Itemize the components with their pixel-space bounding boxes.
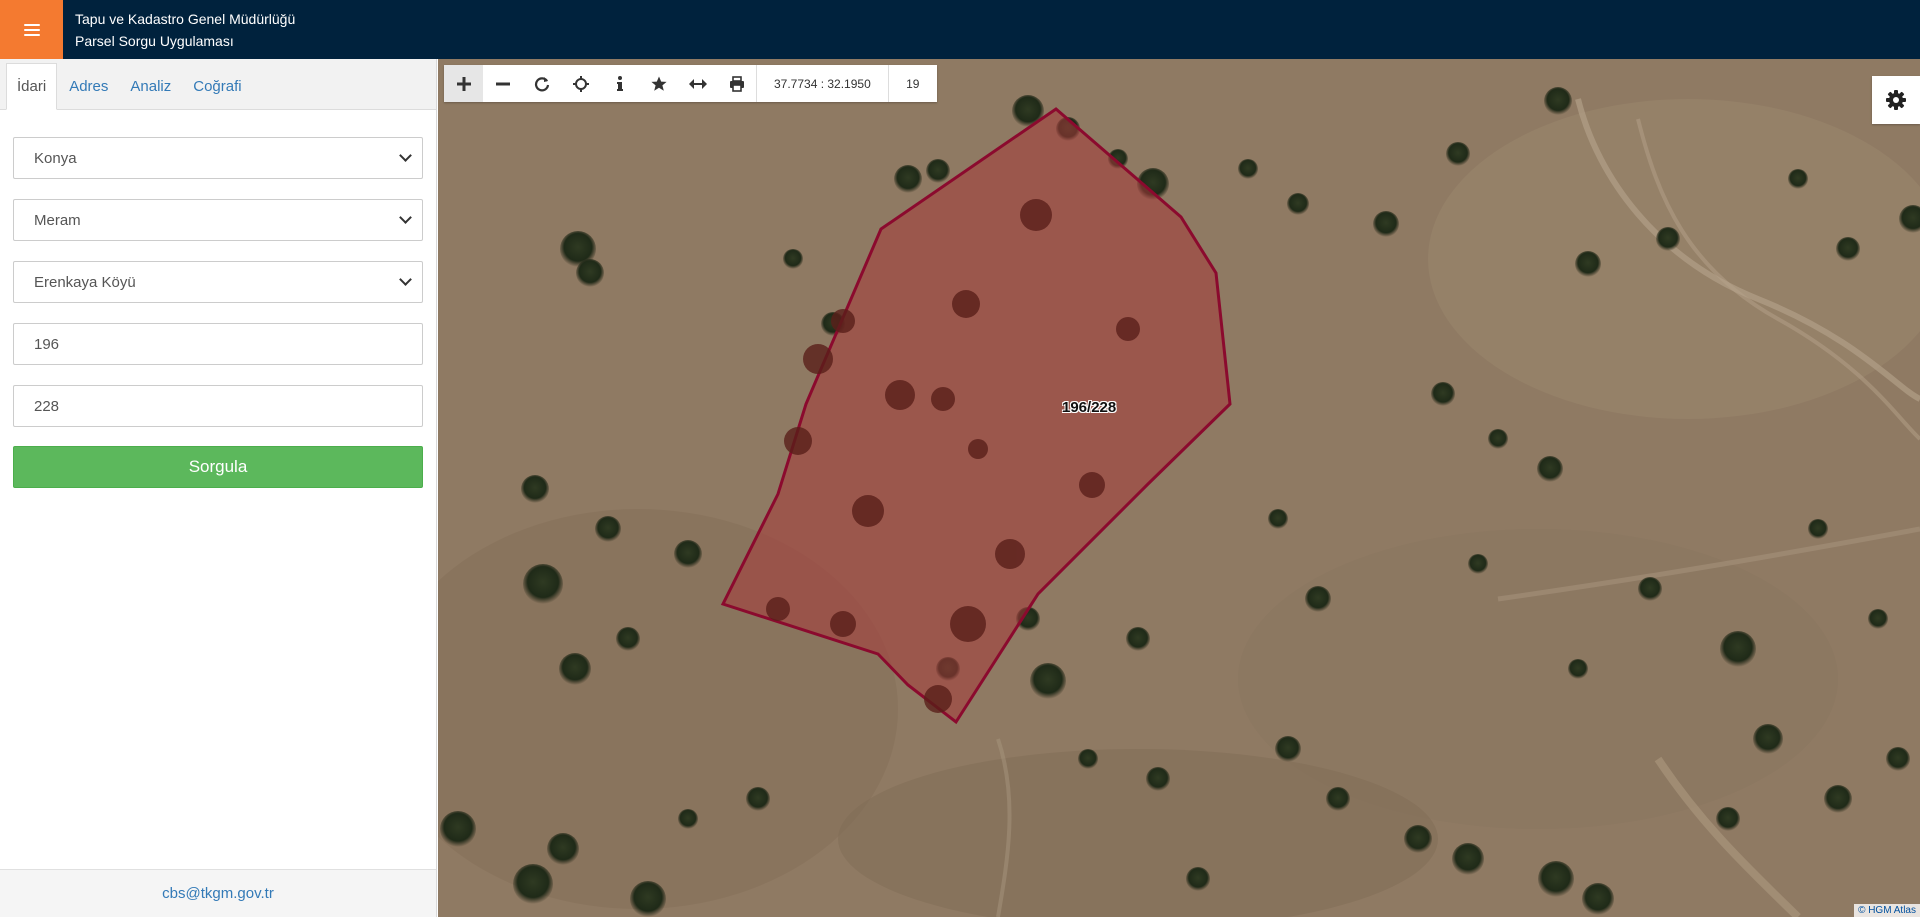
map-toolbar: 37.7734 : 32.1950 19 — [444, 65, 937, 102]
parcel-number-value: 228 — [34, 397, 60, 415]
tab-adres[interactable]: Adres — [59, 63, 118, 109]
info-icon — [616, 75, 623, 91]
zoom-in-button[interactable] — [444, 65, 483, 102]
block-number-input[interactable]: 196 — [13, 323, 423, 365]
zoom-out-button[interactable] — [483, 65, 522, 102]
gear-icon — [1886, 90, 1906, 110]
neighborhood-value: Erenkaya Köyü — [34, 273, 136, 291]
parcel-label: 196/228 — [1062, 399, 1117, 416]
sidebar: İdari Adres Analiz Coğrafi Konya Meram E… — [0, 59, 437, 917]
app-header: Tapu ve Kadastro Genel Müdürlüğü Parsel … — [0, 0, 1920, 59]
tab-cografi[interactable]: Coğrafi — [183, 63, 251, 109]
parcel-number-input[interactable]: 228 — [13, 385, 423, 427]
tab-bar: İdari Adres Analiz Coğrafi — [0, 59, 436, 110]
refresh-button[interactable] — [522, 65, 561, 102]
province-select[interactable]: Konya — [13, 137, 423, 179]
menu-button[interactable] — [0, 0, 63, 59]
chevron-down-icon — [399, 149, 412, 162]
satellite-imagery — [438, 59, 1920, 917]
locate-icon — [572, 75, 589, 92]
query-button[interactable]: Sorgula — [13, 446, 423, 488]
district-value: Meram — [34, 211, 81, 229]
refresh-icon — [534, 76, 549, 91]
block-number-value: 196 — [34, 335, 60, 353]
measure-icon — [688, 78, 707, 89]
map-attribution[interactable]: © HGM Atlas — [1854, 904, 1920, 917]
app-title: Tapu ve Kadastro Genel Müdürlüğü Parsel … — [75, 8, 295, 52]
app-title-line1: Tapu ve Kadastro Genel Müdürlüğü — [75, 10, 296, 27]
contact-email-link[interactable]: cbs@tkgm.gov.tr — [0, 869, 436, 917]
zoom-out-icon — [495, 82, 510, 85]
measure-button[interactable] — [678, 65, 717, 102]
tab-analiz[interactable]: Analiz — [120, 63, 181, 109]
province-value: Konya — [34, 149, 77, 167]
locate-button[interactable] — [561, 65, 600, 102]
favorite-button[interactable] — [639, 65, 678, 102]
info-button[interactable] — [600, 65, 639, 102]
zoom-in-icon — [456, 76, 471, 91]
hamburger-menu-icon — [23, 23, 40, 36]
district-select[interactable]: Meram — [13, 199, 423, 241]
print-icon — [729, 75, 744, 92]
tab-idari[interactable]: İdari — [6, 63, 58, 110]
star-icon — [650, 76, 667, 91]
neighborhood-select[interactable]: Erenkaya Köyü — [13, 261, 423, 303]
settings-button[interactable] — [1872, 76, 1920, 124]
query-form: Konya Meram Erenkaya Köyü 196 228 Sorgul… — [0, 137, 436, 488]
chevron-down-icon — [399, 273, 412, 286]
map-view[interactable]: 196/228 37.7734 : 32.1950 19 © HGM Atlas — [438, 59, 1920, 917]
app-title-line2: Parsel Sorgu Uygulaması — [75, 32, 234, 49]
coordinates-readout: 37.7734 : 32.1950 — [756, 65, 888, 102]
chevron-down-icon — [399, 211, 412, 224]
zoom-level-readout: 19 — [887, 65, 937, 102]
print-button[interactable] — [717, 65, 756, 102]
